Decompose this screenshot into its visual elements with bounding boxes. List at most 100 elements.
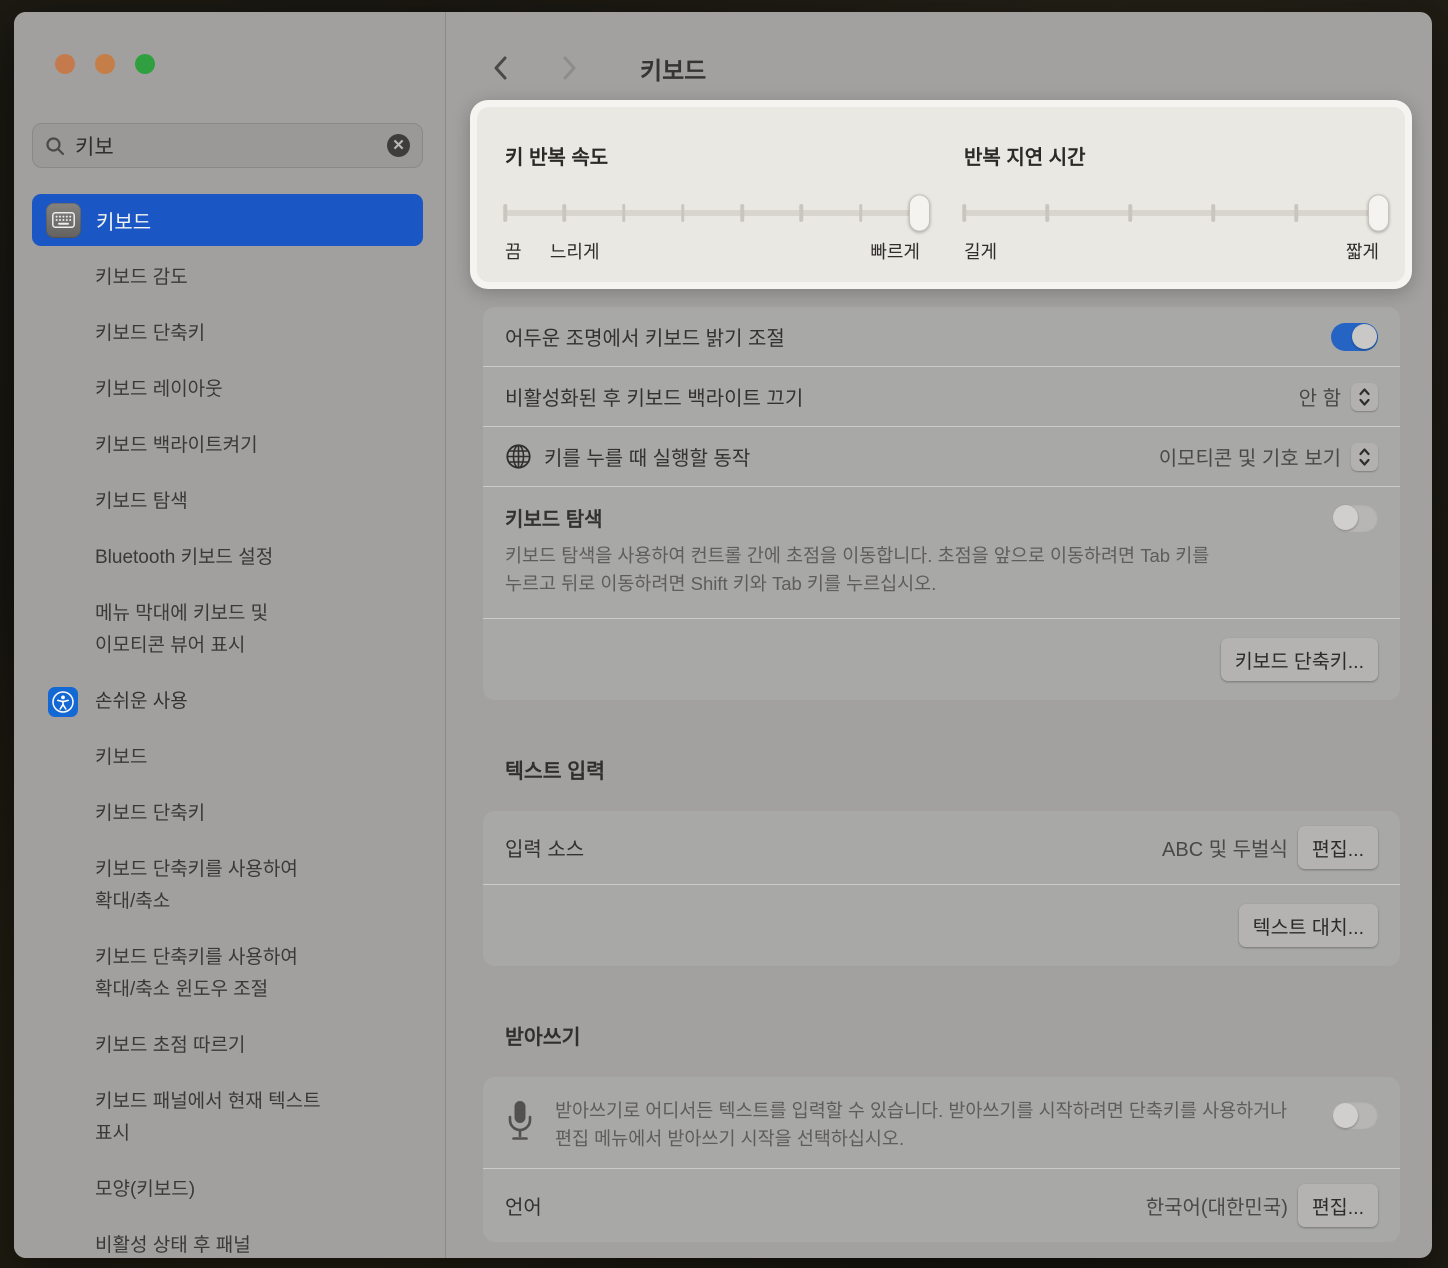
page-title: 키보드 <box>640 51 706 86</box>
sidebar-item-keyboard-backlight[interactable]: 키보드 백라이트켜기 <box>95 430 407 462</box>
content-pane: 키보드 키 반복 속도 끔 느리게 빠르게 반복 지연 시간 <box>446 12 1432 1258</box>
slider-long-label: 길게 <box>964 238 997 264</box>
keyboard-shortcuts-button[interactable]: 키보드 단축키... <box>1221 638 1378 681</box>
key-repeat-rate-group: 키 반복 속도 끔 느리게 빠르게 <box>505 141 920 282</box>
microphone-icon <box>505 1099 535 1145</box>
input-sources-label: 입력 소스 <box>505 833 584 862</box>
globe-key-action-value: 이모티콘 및 기호 보기 <box>1159 442 1341 471</box>
text-input-section-title: 텍스트 입력 <box>505 754 1432 784</box>
dictation-group: 받아쓰기로 어디서든 텍스트를 입력할 수 있습니다. 받아쓰기를 시작하려면 … <box>483 1077 1400 1242</box>
dictation-language-edit-button[interactable]: 편집... <box>1298 1184 1378 1227</box>
slider-slow-label: 느리게 <box>550 238 600 264</box>
slider-short-label: 짧게 <box>1346 238 1379 264</box>
slider-tick <box>503 204 507 222</box>
slider-tick <box>1128 204 1132 222</box>
zoom-window-button[interactable] <box>135 54 155 74</box>
slider-tick <box>859 204 863 222</box>
repeat-delay-group: 반복 지연 시간 길게 짧게 <box>964 141 1379 282</box>
repeat-delay-slider[interactable] <box>964 210 1379 216</box>
search-field[interactable]: ✕ <box>32 123 423 168</box>
slider-tick <box>740 204 744 222</box>
slider-tick <box>563 204 567 222</box>
slider-tick <box>622 204 626 222</box>
backlight-off-row: 비활성화된 후 키보드 백라이트 끄기 안 함 <box>483 366 1400 426</box>
key-repeat-rate-label: 키 반복 속도 <box>505 141 920 170</box>
globe-key-action-select[interactable] <box>1351 443 1378 471</box>
globe-icon <box>505 443 532 470</box>
search-highlight-section: 키 반복 속도 끔 느리게 빠르게 반복 지연 시간 <box>470 100 1412 289</box>
minimize-window-button[interactable] <box>95 54 115 74</box>
globe-key-action-label: 키를 누를 때 실행할 동작 <box>544 442 750 471</box>
window-controls <box>14 12 445 74</box>
slider-thumb[interactable] <box>1368 195 1389 232</box>
slider-min-label: 끔 <box>505 238 522 264</box>
slider-tick <box>681 204 685 222</box>
backlight-off-label: 비활성화된 후 키보드 백라이트 끄기 <box>505 382 803 411</box>
dictation-toggle[interactable] <box>1331 1101 1378 1129</box>
slider-tick <box>1045 204 1049 222</box>
slider-tick <box>1294 204 1298 222</box>
sidebar-item-keyboard-layout[interactable]: 키보드 레이아웃 <box>95 374 407 406</box>
dictation-row: 받아쓰기로 어디서든 텍스트를 입력할 수 있습니다. 받아쓰기를 시작하려면 … <box>483 1077 1400 1168</box>
keyboard-navigation-description: 키보드 탐색을 사용하여 컨트롤 간에 초점을 이동합니다. 초점을 앞으로 이… <box>505 542 1315 598</box>
accessibility-icon <box>48 687 78 717</box>
sidebar-item-acc-panel-text[interactable]: 키보드 패널에서 현재 텍스트 표시 <box>95 1086 407 1150</box>
sidebar-item-acc-inactive-panel[interactable]: 비활성 상태 후 패널 <box>95 1230 407 1258</box>
clear-search-icon[interactable]: ✕ <box>387 134 410 157</box>
sidebar-item-keyboard-sensitivity[interactable]: 키보드 감도 <box>95 262 407 294</box>
keyboard-brightness-row: 어두운 조명에서 키보드 밝기 조절 <box>483 307 1400 366</box>
sidebar: ✕ 키보드 키보드 감도 키보드 단축키 키보드 레이아웃 키보드 백라이트켜기… <box>14 12 446 1258</box>
input-sources-value: ABC 및 두벌식 <box>1162 833 1288 862</box>
search-icon <box>45 136 65 156</box>
keyboard-navigation-toggle[interactable] <box>1331 504 1378 532</box>
sidebar-item-acc-focus-follow[interactable]: 키보드 초점 따르기 <box>95 1030 407 1062</box>
settings-window: ✕ 키보드 키보드 감도 키보드 단축키 키보드 레이아웃 키보드 백라이트켜기… <box>14 12 1432 1258</box>
key-repeat-rate-slider[interactable] <box>505 210 920 216</box>
text-replacement-row: 텍스트 대치... <box>483 884 1400 966</box>
keyboard-brightness-label: 어두운 조명에서 키보드 밝기 조절 <box>505 322 785 351</box>
slider-tick <box>800 204 804 222</box>
keyboard-navigation-label: 키보드 탐색 <box>505 503 603 532</box>
sidebar-item-bluetooth-keyboard[interactable]: Bluetooth 키보드 설정 <box>95 542 407 574</box>
sidebar-item-label: 키보드 <box>96 206 151 235</box>
sidebar-item-keyboard-selected[interactable]: 키보드 <box>32 194 423 246</box>
input-sources-row: 입력 소스 ABC 및 두벌식 편집... <box>483 811 1400 884</box>
slider-tick <box>1211 204 1215 222</box>
keyboard-navigation-row: 키보드 탐색 키보드 탐색을 사용하여 컨트롤 간에 초점을 이동합니다. 초점… <box>483 486 1400 618</box>
backlight-off-select[interactable] <box>1351 383 1378 411</box>
text-input-group: 입력 소스 ABC 및 두벌식 편집... 텍스트 대치... <box>483 811 1400 966</box>
slider-max-label: 빠르게 <box>870 238 920 264</box>
backlight-off-value: 안 함 <box>1299 382 1341 411</box>
back-icon[interactable] <box>492 55 514 81</box>
sidebar-item-acc-shortcuts[interactable]: 키보드 단축키 <box>95 798 407 830</box>
sidebar-item-keyboard-shortcuts[interactable]: 키보드 단축키 <box>95 318 407 350</box>
dictation-language-row: 언어 한국어(대한민국) 편집... <box>483 1168 1400 1242</box>
text-replacement-button[interactable]: 텍스트 대치... <box>1239 904 1378 947</box>
dictation-description: 받아쓰기로 어디서든 텍스트를 입력할 수 있습니다. 받아쓰기를 시작하려면 … <box>555 1097 1287 1153</box>
navigation-bar: 키보드 <box>446 12 1432 88</box>
sidebar-item-acc-zoom-window[interactable]: 키보드 단축키를 사용하여 확대/축소 윈도우 조절 <box>95 942 407 1006</box>
keyboard-brightness-toggle[interactable] <box>1331 323 1378 351</box>
dictation-language-label: 언어 <box>505 1191 542 1220</box>
globe-key-action-row: 키를 누를 때 실행할 동작 이모티콘 및 기호 보기 <box>483 426 1400 486</box>
keyboard-shortcuts-button-row: 키보드 단축키... <box>483 618 1400 700</box>
keyboard-app-icon <box>46 203 81 238</box>
sidebar-item-acc-appearance[interactable]: 모양(키보드) <box>95 1174 407 1206</box>
keyboard-settings-group: 어두운 조명에서 키보드 밝기 조절 비활성화된 후 키보드 백라이트 끄기 안… <box>483 307 1400 700</box>
sidebar-item-accessibility[interactable]: 손쉬운 사용 <box>48 686 360 718</box>
slider-thumb[interactable] <box>909 195 930 232</box>
sidebar-item-keyboard-navigation[interactable]: 키보드 탐색 <box>95 486 407 518</box>
input-sources-edit-button[interactable]: 편집... <box>1298 826 1378 869</box>
forward-icon[interactable] <box>562 55 584 81</box>
sidebar-item-menubar-viewer[interactable]: 메뉴 막대에 키보드 및 이모티콘 뷰어 표시 <box>95 598 407 662</box>
sidebar-item-acc-keyboard[interactable]: 키보드 <box>95 742 407 774</box>
close-window-button[interactable] <box>55 54 75 74</box>
dictation-section-title: 받아쓰기 <box>505 1020 1432 1050</box>
sidebar-item-label: 손쉬운 사용 <box>95 686 188 718</box>
search-input[interactable] <box>75 134 387 158</box>
dictation-language-value: 한국어(대한민국) <box>1146 1191 1288 1220</box>
slider-tick <box>962 204 966 222</box>
search-results-list: 키보드 감도 키보드 단축키 키보드 레이아웃 키보드 백라이트켜기 키보드 탐… <box>14 262 445 1258</box>
sidebar-item-acc-zoom-shortcut[interactable]: 키보드 단축키를 사용하여 확대/축소 <box>95 854 407 918</box>
repeat-delay-label: 반복 지연 시간 <box>964 141 1379 170</box>
